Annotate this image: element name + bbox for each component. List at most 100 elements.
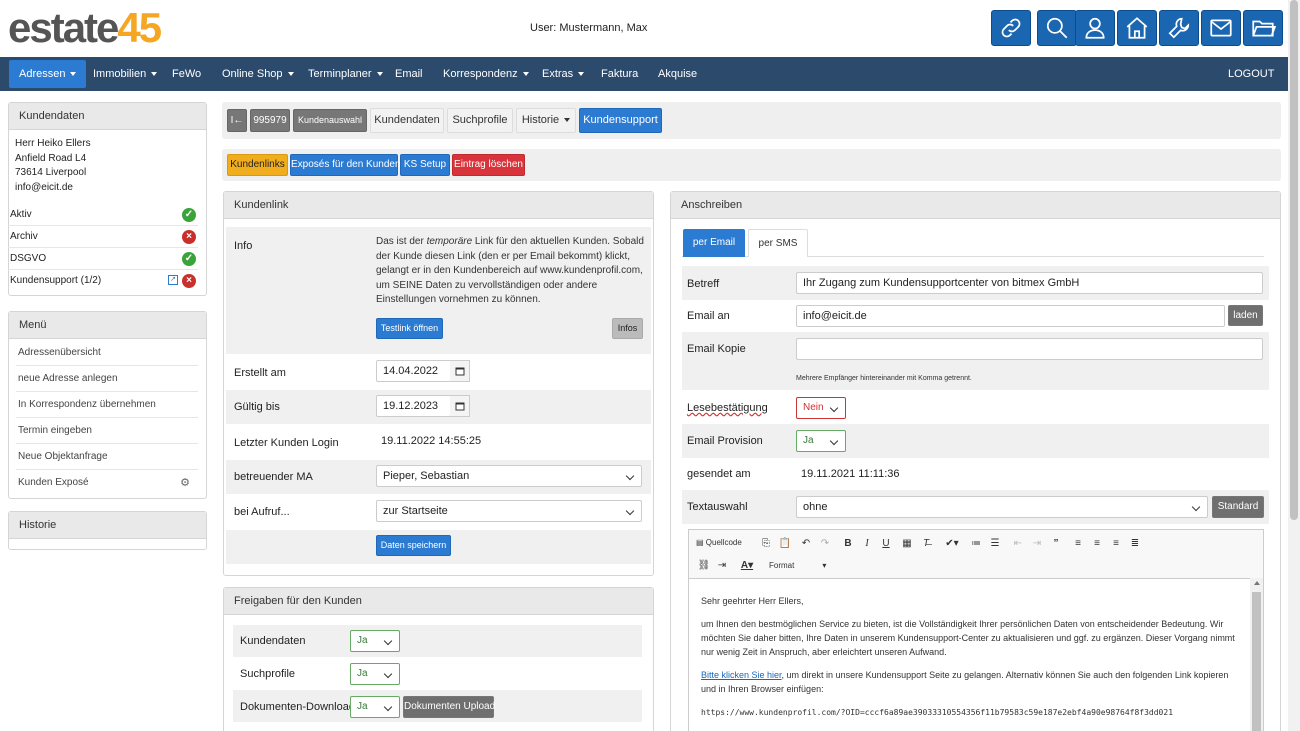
kundenauswahl-button[interactable]: Kundenauswahl: [293, 109, 367, 132]
external-link-icon[interactable]: ↗: [168, 275, 178, 285]
ma-select-value: Pieper, Sebastian: [383, 470, 470, 482]
tab-suchprofile[interactable]: Suchprofile: [447, 108, 513, 133]
align-left-icon[interactable]: ≡: [1070, 537, 1086, 551]
align-right-icon[interactable]: ≡: [1108, 537, 1124, 551]
redo-icon[interactable]: ↷: [817, 537, 833, 551]
tab-kundensupport[interactable]: Kundensupport: [579, 108, 662, 133]
back-button[interactable]: I←: [227, 109, 247, 132]
aufruf-select[interactable]: zur Startseite: [376, 500, 642, 522]
email-provision-select[interactable]: Ja: [796, 430, 846, 452]
nav-faktura[interactable]: Faktura: [591, 57, 648, 91]
nav-extras[interactable]: Extras: [532, 57, 594, 91]
numbered-list-icon[interactable]: ≔: [968, 537, 984, 551]
align-justify-icon[interactable]: ≣: [1127, 537, 1143, 551]
customer-panel-title: Kundendaten: [9, 103, 206, 130]
textauswahl-select[interactable]: ohne: [796, 496, 1208, 518]
kundenlinks-button[interactable]: Kundenlinks: [227, 154, 288, 176]
delete-entry-button[interactable]: Eintrag löschen: [452, 154, 525, 176]
calendar-icon[interactable]: [450, 360, 470, 382]
calendar-icon[interactable]: [450, 395, 470, 417]
menu-korrespondenz[interactable]: In Korrespondenz übernehmen: [16, 392, 198, 418]
standard-button[interactable]: Standard: [1212, 496, 1264, 518]
editor-scrollbar[interactable]: [1250, 578, 1263, 731]
laden-button[interactable]: laden: [1228, 305, 1263, 326]
ma-select[interactable]: Pieper, Sebastian: [376, 465, 642, 487]
lesebestaetigung-select[interactable]: Nein: [796, 397, 846, 419]
customer-city: 73614 Liverpool: [15, 167, 87, 178]
chevron-down-icon: [829, 403, 839, 413]
bold-icon[interactable]: B: [840, 537, 856, 551]
clear-format-icon[interactable]: T̶: [918, 537, 934, 551]
tab-kundendaten[interactable]: Kundendaten: [370, 108, 444, 133]
logout-button[interactable]: LOGOUT: [1218, 57, 1284, 91]
tab-historie[interactable]: Historie: [516, 108, 576, 133]
menu-kunden-expose[interactable]: Kunden Exposé ⚙: [16, 470, 198, 496]
save-data-button[interactable]: Daten speichern: [376, 535, 451, 556]
page-scrollbar-thumb[interactable]: [1290, 0, 1298, 520]
highlight-icon[interactable]: ▦: [899, 537, 915, 551]
wrench-icon[interactable]: [1159, 10, 1199, 46]
exposes-button[interactable]: Exposés für den Kunden: [290, 154, 401, 176]
email-kopie-input[interactable]: [796, 338, 1263, 360]
mail-icon[interactable]: [1201, 10, 1241, 46]
gear-icon[interactable]: ⚙: [180, 470, 190, 496]
quote-icon[interactable]: ”: [1048, 537, 1064, 551]
bullet-list-icon[interactable]: ☰: [987, 537, 1003, 551]
nav-immobilien[interactable]: Immobilien: [83, 57, 167, 91]
user-icon[interactable]: [1075, 10, 1115, 46]
betreff-input[interactable]: Ihr Zugang zum Kundensupportcenter von b…: [796, 272, 1263, 294]
spellcheck-icon[interactable]: ✔▾: [941, 537, 963, 551]
nav-online-shop[interactable]: Online Shop: [212, 57, 304, 91]
gueltig-date-input[interactable]: 19.12.2023: [376, 395, 451, 417]
email-an-input[interactable]: info@eicit.de: [796, 305, 1225, 327]
nav-fewo[interactable]: FeWo: [162, 57, 211, 91]
paste-icon[interactable]: 📋: [777, 537, 793, 551]
menu-neue-adresse[interactable]: neue Adresse anlegen: [16, 366, 198, 392]
home-icon[interactable]: [1117, 10, 1157, 46]
source-button[interactable]: ▤ Quellcode: [696, 535, 742, 551]
freigabe-kundendaten-select[interactable]: Ja: [350, 630, 400, 652]
copy-icon[interactable]: ⎘: [758, 537, 774, 551]
link-icon[interactable]: ⛓: [696, 559, 712, 573]
link-icon[interactable]: [991, 10, 1031, 46]
underline-icon[interactable]: U: [878, 537, 894, 551]
nav-adressen[interactable]: Adressen: [9, 60, 87, 88]
text-color-icon[interactable]: A▾: [737, 559, 757, 573]
nav-terminplaner[interactable]: Terminplaner: [298, 57, 393, 91]
menu-termin[interactable]: Termin eingeben: [16, 418, 198, 444]
lesebestaetigung-label: Lesebestätigung: [687, 402, 768, 414]
folder-icon[interactable]: [1243, 10, 1283, 46]
cross-icon[interactable]: ×: [182, 274, 196, 288]
logo-part1: estate: [8, 4, 119, 51]
format-label: Format: [769, 561, 795, 570]
undo-icon[interactable]: ↶: [798, 537, 814, 551]
italic-icon[interactable]: I: [859, 537, 875, 551]
erstellt-date-input[interactable]: 14.04.2022: [376, 360, 451, 382]
tab-per-email[interactable]: per Email: [683, 229, 745, 257]
dokumenten-upload-button[interactable]: Dokumenten Upload: [403, 696, 495, 718]
menu-objektanfrage[interactable]: Neue Objektanfrage: [16, 444, 198, 470]
freigabe-suchprofile-select[interactable]: Ja: [350, 663, 400, 685]
insert-icon[interactable]: ⇥: [714, 559, 730, 573]
scroll-up-icon[interactable]: [1254, 581, 1260, 585]
infos-button[interactable]: Infos: [612, 318, 643, 339]
outdent-icon[interactable]: ⇤: [1010, 537, 1026, 551]
logo[interactable]: estate45: [8, 4, 162, 51]
format-dropdown[interactable]: Format ▾: [769, 559, 826, 573]
customer-id-button[interactable]: 995979: [250, 109, 290, 132]
tab-per-sms[interactable]: per SMS: [748, 229, 808, 257]
nav-akquise[interactable]: Akquise: [648, 57, 707, 91]
ma-label: betreuender MA: [234, 471, 313, 483]
nav-korrespondenz[interactable]: Korrespondenz: [433, 57, 539, 91]
ks-setup-button[interactable]: KS Setup: [400, 154, 450, 176]
editor-scrollbar-thumb[interactable]: [1252, 592, 1261, 731]
email-link[interactable]: Bitte klicken Sie hier: [701, 670, 782, 680]
menu-adressenuebersicht[interactable]: Adressenübersicht: [16, 340, 198, 366]
cross-icon[interactable]: ×: [182, 230, 196, 244]
nav-email[interactable]: Email: [385, 57, 433, 91]
indent-icon[interactable]: ⇥: [1029, 537, 1045, 551]
testlink-button[interactable]: Testlink öffnen: [376, 318, 443, 339]
search-icon[interactable]: [1037, 10, 1077, 46]
align-center-icon[interactable]: ≡: [1089, 537, 1105, 551]
freigabe-dokumente-select[interactable]: Ja: [350, 696, 400, 718]
